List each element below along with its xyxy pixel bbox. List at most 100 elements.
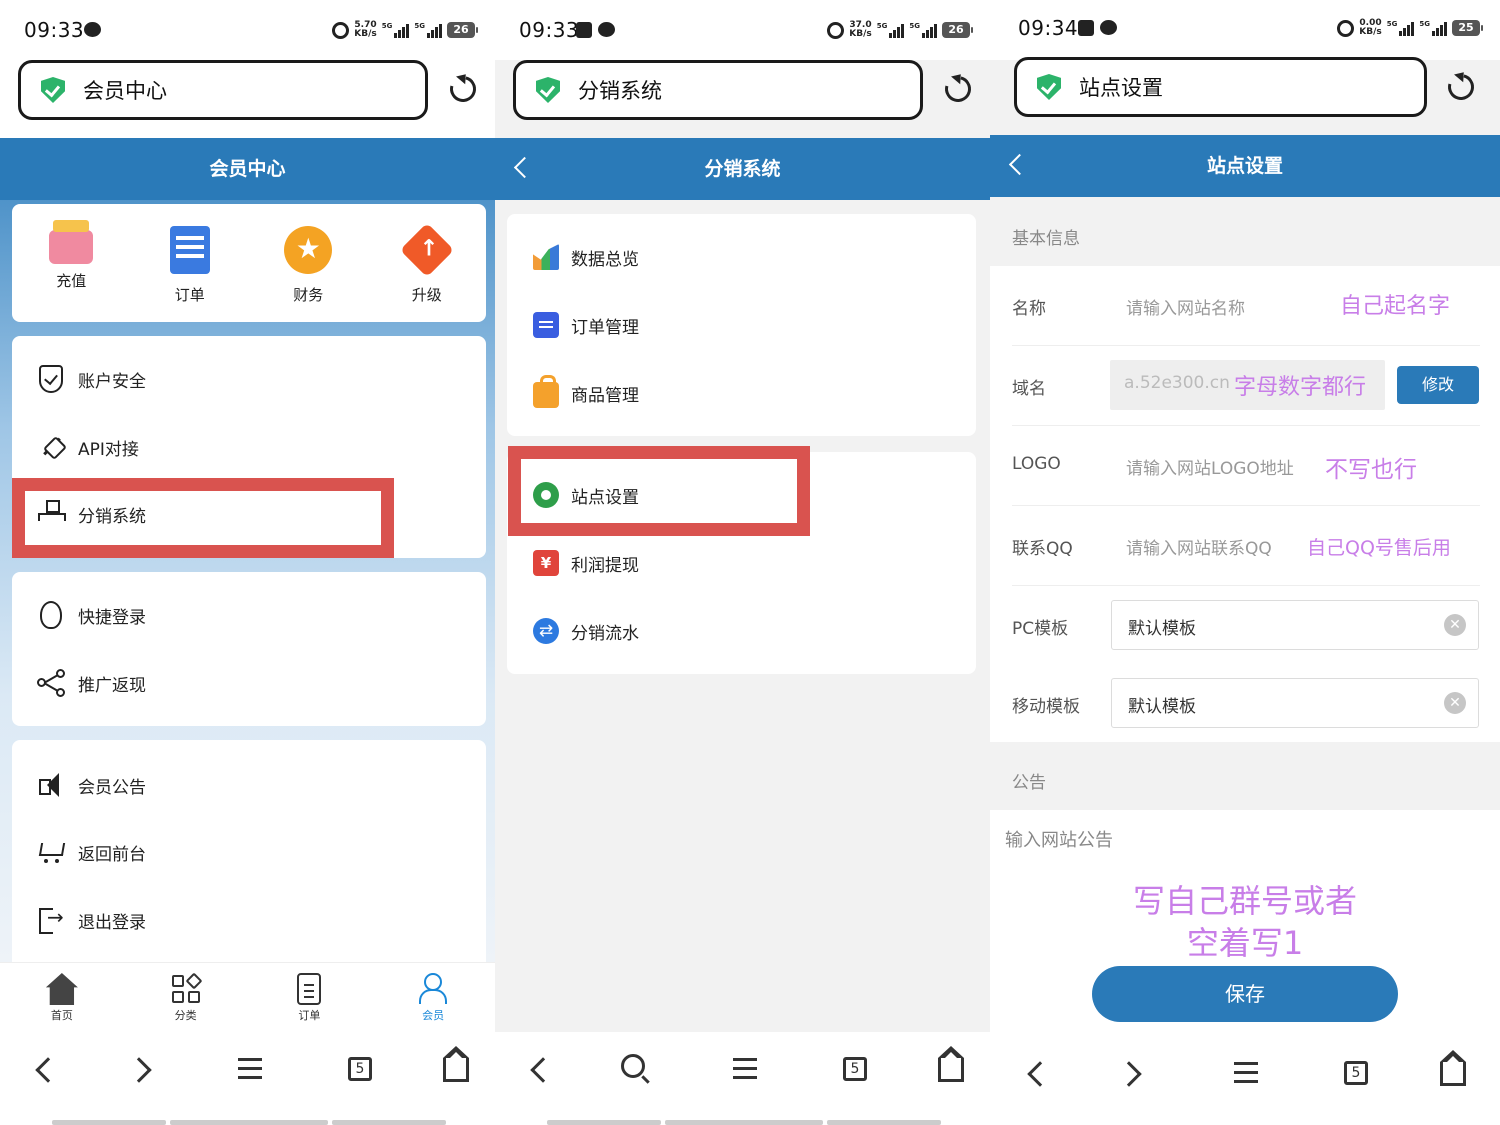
signal-icon: 5G xyxy=(1387,20,1415,36)
qq-icon xyxy=(40,601,62,629)
menu-card-2: 快捷登录 推广返现 xyxy=(12,572,486,726)
tabs-icon[interactable]: 5 xyxy=(348,1057,372,1081)
address-text: 会员中心 xyxy=(83,79,167,103)
list-data-overview[interactable]: 数据总览 xyxy=(507,232,976,282)
gesture-bar xyxy=(332,1120,446,1125)
quick-orders[interactable]: 订单 xyxy=(145,226,235,322)
quick-finance[interactable]: 财务 xyxy=(263,226,353,322)
address-bar[interactable]: 分销系统 xyxy=(513,60,923,120)
section-basic-info: 基本信息 xyxy=(1012,229,1080,249)
save-button[interactable]: 保存 xyxy=(1092,966,1398,1022)
cart-icon xyxy=(37,840,65,864)
page-title: 会员中心 xyxy=(209,158,286,180)
reload-icon[interactable] xyxy=(1443,69,1479,105)
notice-placeholder: 输入网站公告 xyxy=(1005,830,1113,851)
pc-template-select[interactable]: 默认模板 ✕ xyxy=(1111,600,1479,650)
mobile-template-select[interactable]: 默认模板 ✕ xyxy=(1111,678,1479,728)
modify-button[interactable]: 修改 xyxy=(1397,366,1479,404)
secure-shield-icon xyxy=(536,77,560,103)
battery-icon: 26 xyxy=(447,22,478,38)
page-title: 分销系统 xyxy=(704,158,781,180)
forward-icon[interactable] xyxy=(1118,1058,1148,1088)
battery-icon: 26 xyxy=(942,22,973,38)
list-order-management[interactable]: 订单管理 xyxy=(507,300,976,350)
member-center-screen: 09:33 5.70 KB/s 5G 5G 26 会员中心 会员中心 充值 订单 … xyxy=(0,0,495,1125)
tabs-icon[interactable]: 5 xyxy=(1344,1061,1368,1085)
finance-icon xyxy=(284,226,333,274)
clear-icon[interactable]: ✕ xyxy=(1444,614,1466,636)
status-time: 09:34 xyxy=(1018,16,1079,40)
net-speed: 5.70 KB/s xyxy=(354,20,377,39)
back-icon[interactable] xyxy=(1022,1058,1052,1088)
page-title: 站点设置 xyxy=(1206,155,1283,177)
qq-input[interactable]: 请输入网站联系QQ xyxy=(1126,534,1272,559)
name-input[interactable]: 请输入网站名称 xyxy=(1126,294,1245,319)
net-speed: 37.0 KB/s xyxy=(849,20,872,39)
home-icon[interactable] xyxy=(1440,1050,1466,1086)
address-bar[interactable]: 站点设置 xyxy=(1014,57,1427,117)
document-icon xyxy=(297,973,322,1005)
menu-quick-login[interactable]: 快捷登录 xyxy=(12,590,486,640)
share-icon xyxy=(37,669,65,697)
search-icon[interactable] xyxy=(621,1054,645,1078)
signal-icon: 5G xyxy=(382,22,410,38)
status-icons: 0.00 KB/s 5G 5G 25 xyxy=(1337,18,1483,38)
alarm-icon xyxy=(332,21,350,39)
gesture-bar xyxy=(170,1120,328,1125)
section-notice: 公告 xyxy=(1012,773,1046,793)
gesture-bar xyxy=(52,1120,166,1125)
quick-recharge[interactable]: 充值 xyxy=(26,220,116,322)
home-icon xyxy=(45,973,78,1005)
reload-icon[interactable] xyxy=(940,71,976,107)
list-distribution-flow[interactable]: 分销流水 xyxy=(507,606,976,656)
domain-input[interactable]: a.52e300.cn 字母数字都行 xyxy=(1110,360,1385,410)
address-bar[interactable]: 会员中心 xyxy=(18,60,428,120)
forward-icon[interactable] xyxy=(128,1054,158,1084)
menu-icon[interactable] xyxy=(236,1054,266,1084)
status-bar: 09:33 5.70 KB/s 5G 5G 26 xyxy=(0,0,495,60)
home-icon[interactable] xyxy=(938,1046,964,1082)
status-bar: 09:33 37.0 KB/s 5G 5G 26 xyxy=(495,0,990,60)
annotation-name: 自己起名字 xyxy=(1340,294,1451,319)
field-mobile-template: 移动模板 默认模板 ✕ xyxy=(1012,664,1480,744)
highlight-box xyxy=(12,478,394,558)
menu-icon[interactable] xyxy=(1232,1058,1262,1088)
basic-info-form: 名称 请输入网站名称 自己起名字 域名 a.52e300.cn 字母数字都行 修… xyxy=(990,266,1500,742)
menu-account-security[interactable]: 账户安全 xyxy=(12,354,486,404)
wechat-icon xyxy=(598,22,615,37)
browser-nav-bar: 5 xyxy=(495,1032,990,1125)
menu-back-front[interactable]: 返回前台 xyxy=(12,827,486,877)
alarm-icon xyxy=(827,21,845,39)
app-header: 会员中心 xyxy=(0,138,495,200)
field-name: 名称 请输入网站名称 自己起名字 xyxy=(1012,266,1480,346)
menu-logout[interactable]: 退出登录 xyxy=(12,895,486,945)
quick-upgrade[interactable]: 升级 xyxy=(382,222,472,322)
tab-category[interactable]: 分类 xyxy=(146,972,226,1032)
gesture-bar xyxy=(665,1120,823,1125)
home-icon[interactable] xyxy=(443,1046,469,1082)
gesture-bar xyxy=(827,1120,941,1125)
list-product-management[interactable]: 商品管理 xyxy=(507,368,976,418)
menu-referral[interactable]: 推广返现 xyxy=(12,658,486,708)
reload-icon[interactable] xyxy=(445,71,481,107)
menu-api[interactable]: API对接 xyxy=(12,422,486,472)
wechat-icon xyxy=(1100,20,1117,35)
site-settings-screen: 09:34 0.00 KB/s 5G 5G 25 站点设置 站点设置 基本信息 名… xyxy=(990,0,1500,1125)
plug-icon xyxy=(39,435,63,459)
menu-icon[interactable] xyxy=(731,1054,761,1084)
tabs-icon[interactable]: 5 xyxy=(843,1057,867,1081)
list-card-1: 数据总览 订单管理 商品管理 xyxy=(507,214,976,436)
back-icon[interactable] xyxy=(525,1054,555,1084)
net-speed: 0.00 KB/s xyxy=(1359,18,1382,37)
back-icon[interactable] xyxy=(30,1054,60,1084)
logo-input[interactable]: 请输入网站LOGO地址 xyxy=(1126,454,1294,479)
menu-member-notice[interactable]: 会员公告 xyxy=(12,760,486,810)
tab-orders[interactable]: 订单 xyxy=(269,973,349,1032)
tab-member[interactable]: 会员 xyxy=(393,973,473,1032)
browser-nav-bar: 5 xyxy=(0,1032,495,1125)
list-profit-withdraw[interactable]: 利润提现 xyxy=(507,538,976,588)
notice-textarea[interactable]: 输入网站公告 写自己群号或者 空着写1 保存 xyxy=(990,810,1500,1032)
clear-icon[interactable]: ✕ xyxy=(1444,692,1466,714)
tab-home[interactable]: 首页 xyxy=(22,973,102,1032)
signal-icon: 5G xyxy=(877,22,905,38)
